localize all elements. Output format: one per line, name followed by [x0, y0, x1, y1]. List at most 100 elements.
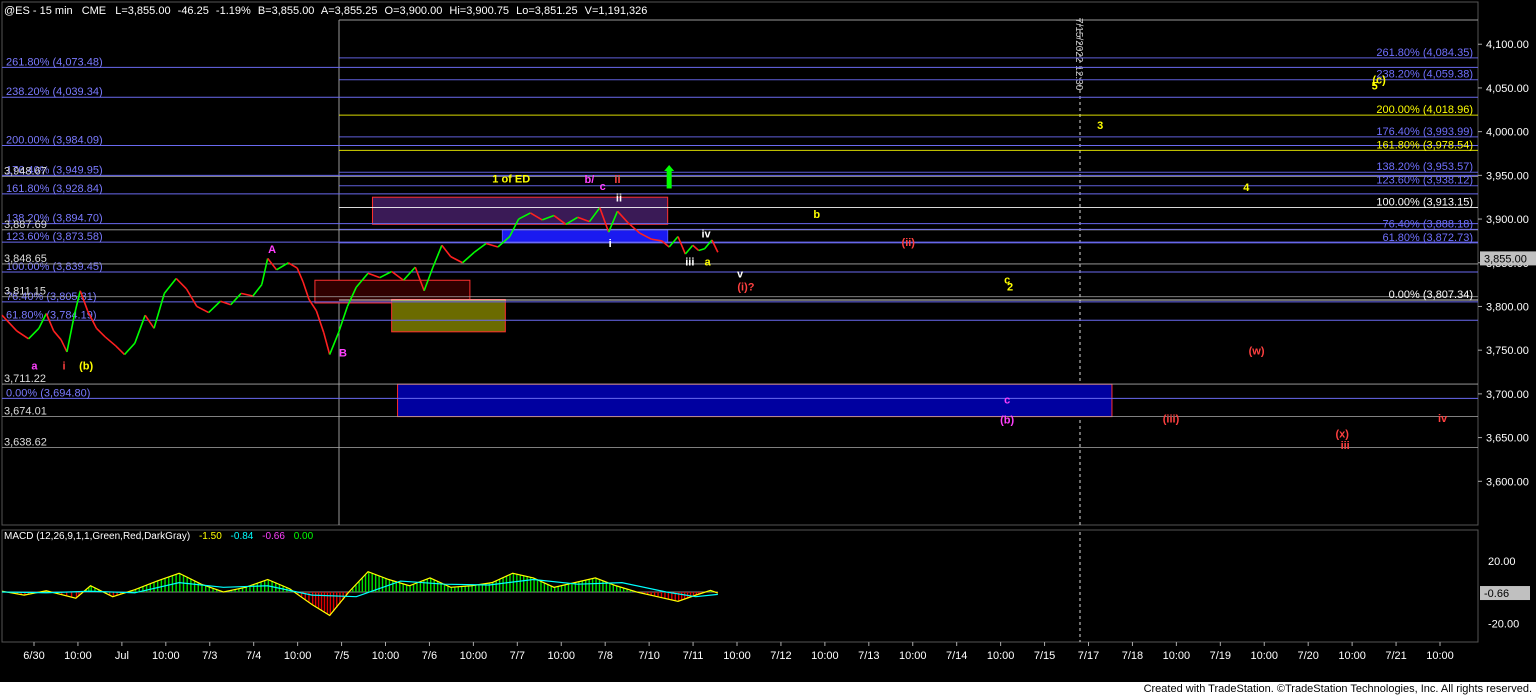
- macd-histogram-bar: [498, 579, 501, 592]
- macd-histogram-bar: [320, 592, 323, 610]
- macd-histogram-bar: [564, 584, 566, 592]
- macd-value-1: -1.50: [199, 531, 222, 542]
- macd-histogram-bar: [430, 577, 432, 592]
- time-tick-label: 7/15: [1034, 650, 1055, 662]
- exchange-label: CME: [82, 5, 106, 17]
- high-price: Hi=3,900.75: [449, 5, 509, 17]
- macd-last-label: -0.66: [1484, 588, 1509, 600]
- macd-histogram-bar: [193, 580, 196, 592]
- macd-histogram-bar: [588, 579, 590, 592]
- pct-change: -1.19%: [216, 5, 251, 17]
- macd-histogram-bar: [197, 582, 199, 592]
- macd-histogram-bar: [399, 582, 401, 592]
- price-tick-label: 4,000.00: [1486, 127, 1529, 139]
- macd-histogram-bar: [332, 592, 335, 612]
- wave-label: v: [737, 269, 744, 281]
- wave-label: (iii): [1163, 414, 1180, 426]
- macd-histogram-bar: [578, 581, 580, 592]
- wave-label: 2: [1007, 282, 1013, 294]
- price-tick-label: 3,650.00: [1486, 433, 1529, 445]
- macd-histogram-bar: [567, 584, 570, 592]
- macd-histogram-bar: [653, 592, 656, 596]
- macd-histogram-bar: [355, 585, 357, 592]
- chart-header: @ES - 15 min CME L=3,855.00 -46.25 -1.19…: [4, 5, 647, 17]
- time-tick-label: 10:00: [1338, 650, 1366, 662]
- right-fib-label: 200.00% (4,018.96): [1376, 104, 1473, 116]
- macd-histogram-bar: [519, 574, 521, 592]
- macd-histogram-bar: [311, 592, 314, 605]
- time-tick-label: 7/10: [638, 650, 659, 662]
- macd-histogram-bar: [543, 582, 546, 592]
- right-fib-label: 238.20% (4,059.38): [1376, 69, 1473, 81]
- wave-label: 3: [1097, 120, 1103, 132]
- macd-histogram-bar: [145, 585, 148, 592]
- macd-histogram-bar: [478, 584, 480, 592]
- wave-label: (b): [79, 360, 93, 372]
- macd-histogram-bar: [160, 579, 163, 592]
- macd-tick-label: 20.00: [1488, 556, 1516, 568]
- wave-label: c: [600, 181, 606, 193]
- macd-histogram-bar: [683, 592, 686, 600]
- footer-credit: Created with TradeStation. ©TradeStation…: [1143, 683, 1532, 695]
- macd-histogram-bar: [186, 576, 188, 592]
- time-tick-label: 10:00: [987, 650, 1015, 662]
- wave-label: c: [1004, 394, 1010, 406]
- wave-label: a: [31, 360, 38, 372]
- macd-histogram-bar: [70, 592, 73, 597]
- macd-histogram-bar: [516, 574, 518, 592]
- macd-histogram-bar: [467, 586, 470, 592]
- left-fib-label: 0.00% (3,694.80): [6, 387, 90, 399]
- price-tick-label: 3,800.00: [1486, 301, 1529, 313]
- macd-legend-label: MACD (12,26,9,1,1,Green,Red,DarkGray): [4, 531, 190, 542]
- macd-histogram-bar: [358, 581, 360, 592]
- macd-histogram-bar: [149, 583, 151, 592]
- price-tick-label: 3,750.00: [1486, 345, 1529, 357]
- left-level-label: 3,948.67: [4, 166, 47, 178]
- time-tick-label: 10:00: [811, 650, 839, 662]
- left-level-label: 3,887.69: [4, 219, 47, 231]
- left-level-label: 3,711.22: [4, 373, 46, 385]
- wave-label: iii: [1341, 440, 1350, 452]
- time-tick-label: 7/20: [1297, 650, 1318, 662]
- time-tick-label: 7/17: [1078, 650, 1099, 662]
- time-tick-label: 6/30: [23, 650, 44, 662]
- net-change: -46.25: [178, 5, 209, 17]
- macd-histogram-bar: [609, 583, 611, 592]
- left-level-label: 3,811.15: [4, 286, 46, 298]
- left-level-label: 3,848.65: [4, 253, 47, 265]
- price-zone-box: [391, 298, 506, 333]
- time-tick-label: 7/14: [946, 650, 967, 662]
- right-fib-label: 138.20% (3,953.57): [1376, 161, 1473, 173]
- time-tick-label: 7/19: [1210, 650, 1231, 662]
- macd-value-4: 0.00: [294, 531, 314, 542]
- right-fib-label: 176.40% (3,993.99): [1376, 126, 1473, 138]
- price-zone-box: [501, 229, 669, 244]
- macd-histogram-bar: [314, 592, 317, 607]
- right-fib-label: 76.40% (3,888.18): [1382, 218, 1473, 230]
- volume-value: V=1,191,326: [585, 5, 648, 17]
- macd-histogram-bar: [660, 592, 663, 598]
- macd-histogram-bar: [361, 578, 364, 592]
- time-tick-label: Jul: [115, 650, 129, 662]
- time-tick-label: 10:00: [899, 650, 927, 662]
- left-fib-label: 238.20% (4,039.34): [6, 86, 103, 98]
- macd-histogram-bar: [495, 581, 497, 592]
- wave-label: B: [339, 347, 347, 359]
- ask-price: A=3,855.25: [321, 5, 378, 17]
- price-tick-label: 3,900.00: [1486, 214, 1529, 226]
- wave-label: A: [268, 244, 276, 256]
- macd-histogram-bar: [540, 581, 542, 592]
- macd-histogram-bar: [664, 592, 666, 599]
- macd-histogram-bar: [536, 579, 539, 592]
- macd-tick-label: -20.00: [1488, 618, 1519, 630]
- macd-histogram-bar: [392, 580, 394, 592]
- time-tick-label: 10:00: [284, 650, 312, 662]
- right-fib-label: 61.80% (3,872.73): [1382, 232, 1473, 244]
- price-tick-label: 3,700.00: [1486, 389, 1529, 401]
- tradestation-chart[interactable]: 7/15/2022 12:30 261.80% (4,073.48)238.20…: [0, 0, 1536, 696]
- left-fib-label: 123.60% (3,873.58): [6, 231, 103, 243]
- macd-histogram-bar: [378, 575, 380, 592]
- time-tick-label: 10:00: [152, 650, 180, 662]
- macd-histogram-bar: [581, 581, 583, 592]
- macd-histogram-bar: [560, 585, 563, 592]
